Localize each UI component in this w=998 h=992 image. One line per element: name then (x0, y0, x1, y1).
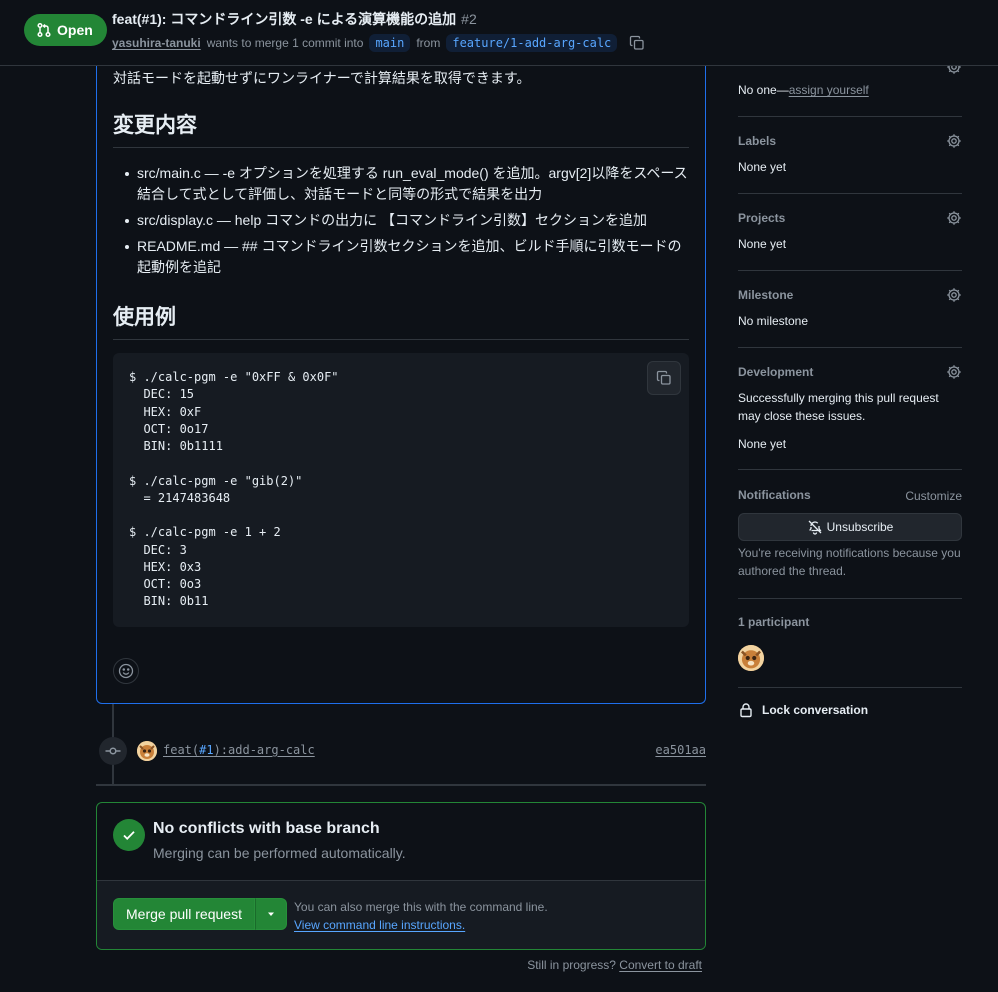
development-text: Successfully merging this pull request m… (738, 391, 939, 423)
lock-conversation-button[interactable]: Lock conversation (738, 702, 868, 718)
unsubscribe-label: Unsubscribe (826, 520, 894, 534)
sidebar-projects: Projects None yet (738, 194, 962, 271)
add-reaction-button[interactable] (113, 658, 139, 684)
copy-icon (630, 35, 644, 50)
commit-author-avatar[interactable] (137, 741, 157, 761)
changes-list: src/main.c — -e オプションを処理する run_eval_mode… (113, 163, 689, 283)
command-line-instructions-link[interactable]: View command line instructions. (294, 918, 465, 932)
sidebar-milestone: Milestone No milestone (738, 271, 962, 348)
heading-changes: 変更内容 (113, 109, 689, 148)
assignees-value: No one—assign yourself (738, 81, 869, 99)
copy-branch-button[interactable] (629, 35, 645, 51)
assignees-none: No one— (738, 83, 789, 97)
development-title[interactable]: Development (738, 365, 813, 379)
gear-icon (947, 288, 961, 302)
unsubscribe-button[interactable]: Unsubscribe (738, 513, 962, 541)
bell-slash-icon (808, 520, 822, 535)
sidebar-development: Development Successfully merging this pu… (738, 348, 962, 470)
projects-value: None yet (738, 237, 787, 251)
list-item: src/main.c — -e オプションを処理する run_eval_mode… (113, 163, 689, 205)
pr-state-badge: Open (24, 14, 107, 46)
projects-title[interactable]: Projects (738, 211, 785, 225)
merge-method-dropdown[interactable] (255, 898, 287, 930)
commit-message-link[interactable]: feat(#1):add-arg-calc (163, 743, 315, 757)
development-settings[interactable] (946, 364, 962, 380)
base-branch[interactable]: main (369, 34, 411, 52)
lock-label: Lock conversation (762, 703, 869, 717)
merge-actions: Merge pull request You can also merge th… (97, 881, 705, 949)
gear-icon (947, 211, 961, 225)
sidebar-labels: Labels None yet (738, 117, 962, 194)
triangle-down-icon (268, 912, 274, 916)
gear-icon (947, 365, 961, 379)
check-icon (113, 819, 145, 851)
avatar-image (738, 645, 764, 671)
heading-usage: 使用例 (113, 301, 689, 340)
merge-title: No conflicts with base branch (153, 820, 380, 837)
sidebar-notifications: Notifications Customize Unsubscribe You'… (738, 486, 962, 599)
convert-to-draft-link[interactable]: Convert to draft (619, 958, 702, 972)
code-block: $ ./calc-pgm -e "0xFF & 0x0F" DEC: 15 HE… (113, 353, 689, 627)
copy-code-button[interactable] (647, 361, 681, 395)
merge-box: No conflicts with base branch Merging ca… (96, 802, 706, 950)
pr-title: feat(#1): コマンドライン引数 -e による演算機能の追加 #2 (112, 9, 477, 29)
draft-text: Still in progress? (527, 958, 616, 972)
commit-prefix: feat( (163, 743, 200, 757)
head-branch[interactable]: feature/1-add-arg-calc (446, 34, 618, 52)
pr-description: 対話モードを起動せずにワンライナーで計算結果を取得できます。 変更内容 src/… (96, 40, 706, 704)
merge-note-text: You can also merge this with the command… (294, 900, 548, 914)
gear-icon (947, 134, 961, 148)
sticky-header: Open feat(#1): コマンドライン引数 -e による演算機能の追加 #2… (0, 0, 998, 66)
author-link[interactable]: yasuhira-tanuki (112, 36, 201, 50)
participants-title: 1 participant (738, 615, 810, 629)
assign-yourself-link[interactable]: assign yourself (789, 83, 869, 97)
labels-settings[interactable] (946, 133, 962, 149)
copy-icon (656, 370, 671, 385)
labels-title[interactable]: Labels (738, 134, 776, 148)
pr-title-text: feat(#1): コマンドライン引数 -e による演算機能の追加 (112, 11, 457, 27)
merge-pull-request-button[interactable]: Merge pull request (113, 898, 255, 930)
pr-number: #2 (461, 11, 477, 27)
merge-note: You can also merge this with the command… (294, 898, 548, 934)
milestone-value: No milestone (738, 314, 809, 328)
labels-value: None yet (738, 160, 787, 174)
development-value: None yet (738, 437, 787, 451)
commit-badge (99, 737, 127, 765)
pr-state-label: Open (57, 22, 93, 38)
merge-text: wants to merge 1 commit into (206, 36, 364, 50)
timeline-end (96, 784, 706, 786)
sidebar-participants: 1 participant (738, 599, 962, 688)
code-content: $ ./calc-pgm -e "0xFF & 0x0F" DEC: 15 HE… (129, 370, 339, 609)
merge-subtitle: Merging can be performed automatically. (153, 845, 406, 861)
avatar-image (137, 741, 157, 761)
description-lead: 対話モードを起動せずにワンライナーで計算結果を取得できます。 (113, 70, 531, 86)
notifications-title: Notifications (738, 488, 811, 502)
projects-settings[interactable] (946, 210, 962, 226)
lock-icon (740, 703, 752, 718)
git-pull-request-icon (37, 22, 51, 38)
from-text: from (416, 36, 441, 50)
smiley-icon (118, 663, 134, 679)
git-commit-icon (105, 747, 121, 755)
milestone-settings[interactable] (946, 287, 962, 303)
list-item: src/display.c — help コマンドの出力に 【コマンドライン引数… (113, 210, 689, 231)
pr-meta: yasuhira-tanuki wants to merge 1 commit … (112, 34, 645, 52)
participant-avatar[interactable] (738, 645, 764, 671)
commit-sha-link[interactable]: ea501aa (655, 743, 706, 757)
merge-status: No conflicts with base branch Merging ca… (97, 803, 705, 881)
notification-reason: You're receiving notifications because y… (738, 546, 961, 578)
milestone-title[interactable]: Milestone (738, 288, 793, 302)
list-item: README.md — ## コマンドライン引数セクションを追加、ビルド手順に引… (113, 236, 689, 278)
commit-suffix: ):add-arg-calc (213, 743, 315, 757)
customize-link[interactable]: Customize (905, 487, 962, 505)
draft-line: Still in progress? Convert to draft (527, 958, 702, 972)
commit-issue-ref[interactable]: #1 (199, 743, 213, 757)
